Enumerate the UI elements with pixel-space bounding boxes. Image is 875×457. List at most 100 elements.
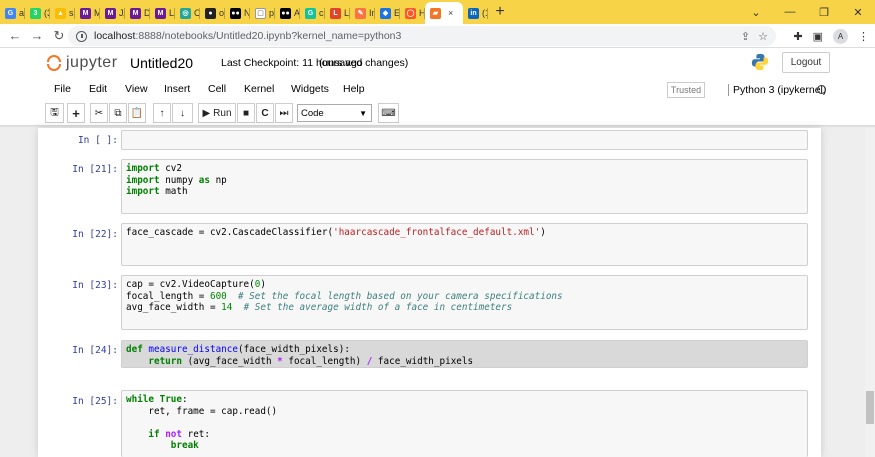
browser-tab[interactable]: ●●Ac — [275, 2, 300, 24]
code-token: import — [126, 186, 160, 197]
minimize-icon[interactable]: — — [773, 6, 807, 18]
notebook-title[interactable]: Untitled20 — [130, 55, 193, 71]
trusted-indicator[interactable]: Trusted — [667, 82, 705, 98]
browser-tab[interactable]: ◯Hc — [400, 2, 425, 24]
code-token: return — [148, 355, 182, 367]
chevron-down-icon[interactable]: ⌄ — [739, 6, 773, 19]
restart-run-all-button[interactable]: ⏭ — [275, 103, 293, 123]
browser-tab[interactable]: MLII — [150, 2, 175, 24]
url-input[interactable]: localhost:8888/notebooks/Untitled20.ipyn… — [68, 26, 776, 46]
more-menu-icon[interactable]: ⋮ — [858, 30, 869, 43]
cell-type-select[interactable]: Code ▼ — [297, 104, 372, 122]
jupyter-logo-icon — [46, 54, 62, 72]
cell-prompt: In [ ]: — [77, 135, 118, 146]
plus-icon: + — [72, 105, 80, 121]
menu-insert[interactable]: Insert — [164, 83, 190, 95]
extension-icon: ◆ — [380, 7, 391, 19]
code-token: cv2 — [159, 163, 182, 174]
browser-tab[interactable]: MDc — [125, 2, 150, 24]
menu-file[interactable]: File — [54, 83, 71, 95]
move-up-button[interactable]: ↑ — [153, 103, 171, 123]
browser-tab[interactable]: ◆Ex — [375, 2, 400, 24]
restore-icon[interactable]: ❐ — [807, 6, 841, 19]
reload-icon[interactable]: ↻ — [48, 28, 70, 44]
cell-prompt: In [22]: — [72, 229, 118, 240]
cut-button[interactable]: ✂ — [90, 103, 108, 123]
code-token: import — [126, 163, 160, 174]
code-input[interactable]: while True: ret, frame = cap.read() if n… — [121, 390, 808, 457]
browser-tab[interactable]: in (1 — [463, 2, 488, 24]
browser-tab[interactable]: 3 (3 — [25, 2, 50, 24]
browser-tab[interactable]: MJA — [100, 2, 125, 24]
menu-cell[interactable]: Cell — [208, 83, 226, 95]
forward-icon[interactable]: → — [26, 28, 48, 43]
code-input[interactable] — [121, 130, 808, 150]
kernel-name[interactable]: Python 3 (ipykernel) — [728, 84, 826, 96]
menu-view[interactable]: View — [125, 83, 148, 95]
bookmark-star-icon[interactable]: ☆ — [758, 30, 768, 43]
paste-button[interactable]: 📋 — [128, 103, 146, 123]
keyboard-icon: ⌨ — [381, 107, 396, 119]
logout-button[interactable]: Logout — [782, 52, 830, 73]
save-button[interactable]: 🖫 — [45, 103, 64, 123]
browser-tab[interactable]: MMi — [75, 2, 100, 24]
copy-button[interactable]: ⧉ — [109, 103, 127, 123]
new-tab-button[interactable]: + — [488, 2, 512, 24]
restart-button[interactable]: C — [256, 103, 274, 123]
browser-tab[interactable]: Gaw — [0, 2, 25, 24]
m-icon: M — [80, 7, 91, 19]
stop-icon: ■ — [242, 107, 250, 119]
command-palette-button[interactable]: ⌨ — [378, 103, 399, 123]
code-token: cap = cv2.VideoCapture( — [126, 279, 255, 290]
hc-icon: ◯ — [405, 7, 416, 19]
extensions-icon[interactable]: ✚ — [793, 30, 802, 43]
profile-avatar[interactable]: A — [833, 28, 848, 44]
code-input[interactable]: cap = cv2.VideoCapture(0) focal_length =… — [121, 275, 808, 330]
save-icon: 🖫 — [50, 106, 59, 118]
code-input[interactable]: def measure_distance(face_width_pixels):… — [121, 340, 808, 368]
close-icon[interactable]: ✕ — [841, 6, 875, 19]
run-button[interactable]: ▶ Run — [198, 103, 236, 123]
menu-kernel[interactable]: Kernel — [244, 83, 274, 95]
window-controls: ⌄ — ❐ ✕ — [739, 0, 875, 24]
m-icon: M — [155, 7, 166, 19]
menu-help[interactable]: Help — [343, 83, 365, 95]
edit-icon: ✎ — [355, 7, 366, 19]
code-input[interactable]: face_cascade = cv2.CascadeClassifier('ha… — [121, 223, 808, 266]
code-token: : — [182, 394, 188, 405]
tab-close-icon[interactable]: × — [448, 8, 453, 18]
move-down-button[interactable]: ↓ — [172, 103, 193, 123]
copy-icon: ⧉ — [114, 107, 122, 119]
jupyter-logo[interactable]: jupyter — [46, 54, 118, 72]
browser-tab[interactable]: Gca — [300, 2, 325, 24]
jupyter-wordmark: jupyter — [66, 54, 118, 71]
browser-tab-active[interactable]: ▰ × — [425, 2, 463, 24]
site-info-icon[interactable] — [76, 30, 87, 42]
side-panel-icon[interactable]: ▣ — [813, 30, 823, 43]
browser-tab[interactable]: ●op — [200, 2, 225, 24]
browser-tab[interactable]: ▲sa — [50, 2, 75, 24]
menu-widgets[interactable]: Widgets — [291, 83, 329, 95]
browser-tab[interactable]: ◎Ch — [175, 2, 200, 24]
browser-tab[interactable]: ✎ In — [350, 2, 375, 24]
g-logo-icon: G — [5, 7, 16, 19]
browser-tab[interactable]: LLa — [325, 2, 350, 24]
share-icon[interactable]: ⇪ — [741, 30, 750, 43]
code-token: 14 — [221, 302, 233, 313]
insert-cell-button[interactable]: + — [67, 103, 85, 123]
browser-tab[interactable]: ●●Nc — [225, 2, 250, 24]
chevron-down-icon: ▼ — [359, 108, 367, 118]
code-input[interactable]: import cv2 import numpy as np import mat… — [121, 159, 808, 214]
code-token: # Set the average width of a face in cen… — [243, 302, 513, 313]
browser-tab[interactable]: ▢py — [250, 2, 275, 24]
autosave-status: (unsaved changes) — [319, 57, 409, 69]
notebook-toolbar: 🖫 + ✂ ⧉ 📋 ↑ ↓ ▶ Run ■ C ⏭ Code ▼ ⌨ — [0, 103, 875, 123]
interrupt-button[interactable]: ■ — [237, 103, 255, 123]
code-token: face_cascade = cv2.CascadeClassifier( — [126, 227, 334, 238]
menu-edit[interactable]: Edit — [89, 83, 107, 95]
back-icon[interactable]: ← — [4, 28, 26, 43]
page-icon: ▢ — [255, 7, 266, 19]
scrollbar-thumb[interactable] — [866, 391, 874, 424]
